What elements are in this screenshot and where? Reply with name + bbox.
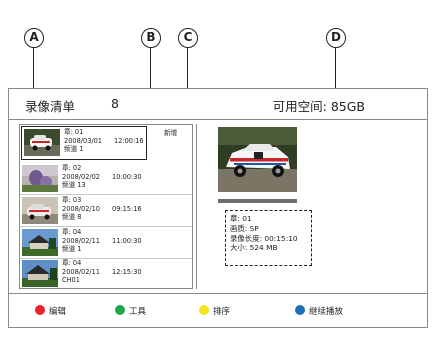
recording-list-screen: 录像清单 8 可用空间: 85GB 章: 01 2008/03/01 频道 1 …	[8, 88, 428, 328]
chapter-label: 章: 04	[62, 228, 82, 236]
recording-list: 章: 01 2008/03/01 频道 1 12:00:16 新增 章: 02 …	[19, 124, 193, 289]
time-label: 09:15:16	[112, 204, 142, 213]
thumbnail-house-icon	[22, 229, 58, 256]
preview-progress-bar	[218, 199, 297, 203]
blue-dot-icon	[295, 305, 305, 315]
recording-item-5[interactable]: 章: 04 2008/02/11 CH01 12:15:30	[20, 258, 192, 290]
detail-quality: 画质: SP	[230, 223, 259, 233]
recording-item-text: 章: 01 2008/03/01 频道 1	[64, 128, 102, 154]
channel-label: 频道 1	[62, 245, 82, 254]
recording-item-text: 章: 03 2008/02/10 频道 8	[62, 196, 100, 222]
time-label: 12:00:16	[114, 136, 144, 145]
chapter-label: 章: 03	[62, 196, 82, 204]
recording-details-box: 章: 01 画质: SP 录像长度: 00:15:10 大小: 524 MB	[225, 210, 312, 266]
date-label: 2008/02/11	[62, 267, 101, 276]
recording-item-2[interactable]: 章: 02 2008/02/02 频道 13 10:00:30	[20, 163, 192, 195]
red-dot-icon	[35, 305, 45, 315]
channel-label: 频道 1	[64, 145, 84, 154]
channel-label: 频道 13	[62, 181, 86, 190]
detail-length: 录像长度: 00:15:10	[230, 233, 298, 243]
chapter-label: 章: 02	[62, 164, 82, 172]
callout-b: B	[141, 28, 161, 48]
color-button-bar: 编辑 工具 排序 继续播放	[9, 294, 427, 327]
time-label: 10:00:30	[112, 172, 142, 181]
recording-item-text: 章: 04 2008/02/11 频道 1	[62, 228, 100, 254]
thumbnail-rally-car-icon	[24, 129, 60, 156]
recording-item-text: 章: 04 2008/02/11 CH01	[62, 259, 100, 285]
chapter-label: 章: 04	[62, 259, 82, 267]
callout-c: C	[178, 28, 198, 48]
thumbnail-flowers-icon	[22, 165, 58, 192]
detail-size: 大小: 524 MB	[230, 243, 278, 253]
free-space-indicator: 可用空间: 85GB	[272, 99, 365, 114]
preview-rally-car-icon	[218, 127, 297, 192]
recording-item-4[interactable]: 章: 04 2008/02/11 频道 1 11:00:30	[20, 227, 192, 259]
resume-playback-button-label: 继续播放	[309, 307, 344, 317]
new-badge: 新增	[164, 129, 178, 137]
recording-item-text: 章: 02 2008/02/02 频道 13	[62, 164, 100, 190]
edit-button-label: 编辑	[49, 307, 67, 317]
chapter-label: 章: 01	[64, 128, 84, 136]
thumbnail-rally-car-icon	[22, 197, 58, 224]
date-label: 2008/02/10	[62, 204, 101, 213]
time-label: 11:00:30	[112, 236, 142, 245]
channel-label: 频道 8	[62, 213, 82, 222]
channel-label: CH01	[62, 276, 80, 285]
screen-header: 录像清单 8 可用空间: 85GB	[9, 89, 427, 120]
callout-a: A	[24, 28, 44, 48]
recording-item-3[interactable]: 章: 03 2008/02/10 频道 8 09:15:16	[20, 195, 192, 227]
recording-item-1[interactable]: 章: 01 2008/03/01 频道 1 12:00:16	[21, 126, 147, 160]
detail-chapter: 章: 01	[230, 214, 252, 223]
sort-button-label: 排序	[213, 307, 231, 317]
callout-d: D	[326, 28, 346, 48]
page-title: 录像清单	[25, 99, 76, 114]
time-label: 12:15:30	[112, 267, 142, 276]
date-label: 2008/03/01	[64, 136, 103, 145]
yellow-dot-icon	[199, 305, 209, 315]
panel-divider	[196, 124, 198, 289]
thumbnail-house-icon	[22, 260, 58, 287]
date-label: 2008/02/02	[62, 172, 101, 181]
date-label: 2008/02/11	[62, 236, 101, 245]
recording-count: 8	[111, 96, 119, 111]
tools-button-label: 工具	[129, 307, 147, 317]
green-dot-icon	[115, 305, 125, 315]
